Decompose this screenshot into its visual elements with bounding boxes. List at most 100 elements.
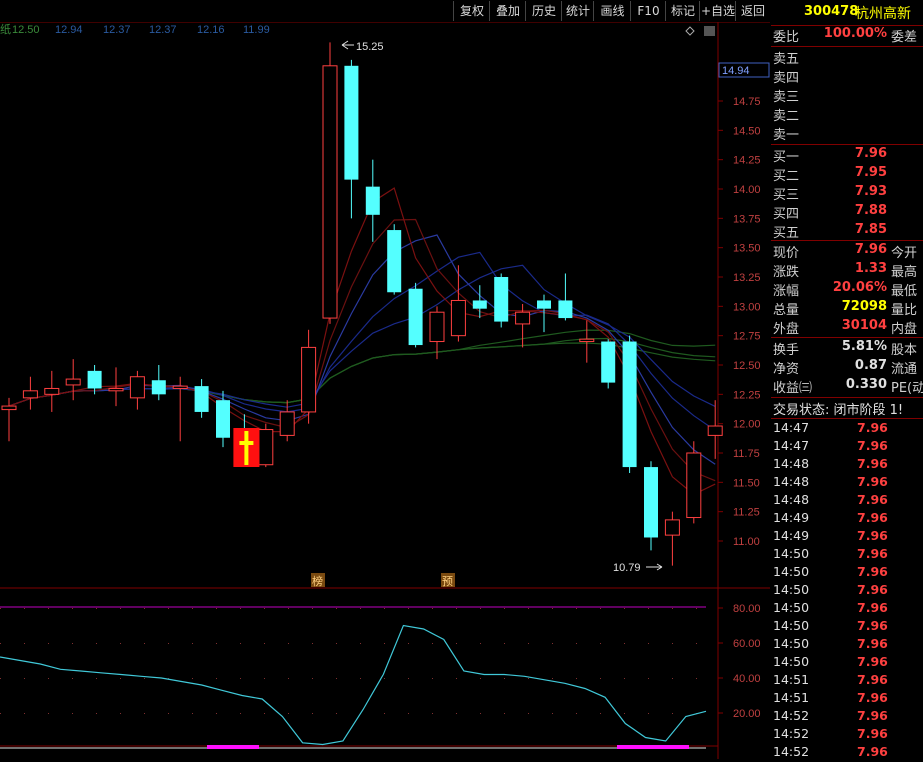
toolbar-button-7[interactable]: +自选	[699, 1, 736, 21]
indicator-grid-dot	[264, 643, 265, 644]
candle-body[interactable]	[258, 429, 274, 466]
sell-row-label: 卖五	[773, 52, 800, 67]
price-tick-label: 12.00	[733, 419, 761, 431]
candle-body[interactable]	[450, 299, 466, 337]
candle-body[interactable]	[429, 311, 445, 343]
candle-body[interactable]	[408, 288, 423, 346]
indicator-grid-dot	[456, 713, 457, 714]
candle-body[interactable]	[322, 65, 338, 319]
candle-body[interactable]	[365, 186, 380, 215]
indicator-grid-dot	[168, 608, 169, 609]
indicator-grid-dot	[504, 608, 505, 609]
toolbar-button-8[interactable]: 返回	[735, 1, 770, 21]
indicator-grid-dot	[672, 678, 673, 679]
toolbar-button-5[interactable]: F10	[630, 1, 666, 21]
indicator-grid-dot	[288, 678, 289, 679]
candle-body[interactable]	[87, 370, 102, 389]
candle-body[interactable]	[664, 519, 680, 536]
candle-body[interactable]	[537, 300, 551, 309]
candle-body[interactable]	[301, 346, 317, 413]
candle-body[interactable]	[644, 467, 658, 538]
candle-body[interactable]	[172, 385, 188, 389]
candle-body[interactable]	[108, 387, 124, 392]
stock-name[interactable]: 杭州高新	[855, 3, 911, 23]
tick-row[interactable]: 14:52 7.96	[771, 726, 923, 744]
tick-price: 7.96	[857, 510, 888, 525]
tick-row[interactable]: 14:48 7.96	[771, 492, 923, 510]
tick-row[interactable]: 14:50 7.96	[771, 618, 923, 636]
tick-row[interactable]: 14:49 7.96	[771, 510, 923, 528]
candle-body[interactable]	[344, 65, 359, 180]
candle-body[interactable]	[216, 400, 230, 438]
indicator-grid-dot	[336, 643, 337, 644]
candle-body[interactable]	[129, 376, 145, 399]
tick-price: 7.96	[857, 618, 888, 633]
candle-body[interactable]	[515, 311, 531, 325]
tick-row[interactable]: 14:50 7.96	[771, 546, 923, 564]
tick-row[interactable]: 14:51 7.96	[771, 690, 923, 708]
indicator-grid-dot	[24, 608, 25, 609]
tick-row[interactable]: 14:48 7.96	[771, 474, 923, 492]
tick-row[interactable]: 14:50 7.96	[771, 636, 923, 654]
toolbar-button-0[interactable]: 复权	[453, 1, 490, 21]
tick-time: 14:48	[773, 474, 810, 489]
candle-body[interactable]	[44, 387, 60, 395]
indicator-tick-label: 40.00	[733, 673, 761, 685]
toolbar-button-2[interactable]: 历史	[525, 1, 562, 21]
stock-code[interactable]: 300478	[804, 4, 858, 19]
candle-body[interactable]	[707, 425, 723, 436]
tick-row[interactable]: 14:49 7.96	[771, 528, 923, 546]
indicator-grid-dot	[480, 678, 481, 679]
toolbar-button-3[interactable]: 统计	[561, 1, 594, 21]
stat-row-label: 现价	[773, 246, 800, 261]
candle-body[interactable]	[622, 341, 637, 468]
tick-time: 14:50	[773, 546, 810, 561]
tick-row[interactable]: 14:47 7.96	[771, 438, 923, 456]
tick-row[interactable]: 14:51 7.96	[771, 672, 923, 690]
toolbar-button-6[interactable]: 标记	[665, 1, 700, 21]
candle-body[interactable]	[151, 380, 166, 395]
buy-row: 买三 7.93	[771, 184, 923, 203]
tick-row[interactable]: 14:50 7.96	[771, 654, 923, 672]
indicator-signal-2	[617, 745, 689, 749]
candle-body[interactable]	[579, 338, 595, 343]
tick-row[interactable]: 14:50 7.96	[771, 582, 923, 600]
toolbar-button-1[interactable]: 叠加	[489, 1, 526, 21]
indicator-grid-dot	[24, 713, 25, 714]
candle-body[interactable]	[686, 452, 702, 519]
diamond-icon[interactable]	[685, 26, 695, 36]
candle-body[interactable]	[279, 411, 295, 436]
indicator-grid-dot	[408, 643, 409, 644]
tick-row[interactable]: 14:47 7.96	[771, 420, 923, 438]
candle-body[interactable]	[472, 300, 487, 309]
candle-body[interactable]	[22, 390, 38, 399]
indicator-grid-dot	[624, 678, 625, 679]
chart-toolbar: 复权 叠加 历史 统计 画线 F10 标记 +自选 返回	[0, 0, 770, 22]
candle-body[interactable]	[387, 230, 402, 293]
toolbar-button-4[interactable]: 画线	[593, 1, 631, 21]
tick-row[interactable]: 14:52 7.96	[771, 708, 923, 726]
tick-row[interactable]: 14:50 7.96	[771, 564, 923, 582]
candle-body[interactable]	[1, 405, 17, 411]
candle-body[interactable]	[601, 341, 616, 383]
stat-row-value: 72098	[841, 299, 887, 314]
indicator-grid-dot	[264, 713, 265, 714]
weibi-row: 委比 100.00% 委差	[771, 26, 923, 45]
panel-separator	[771, 46, 923, 47]
candle-body[interactable]	[65, 378, 81, 386]
tick-row[interactable]: 14:50 7.96	[771, 600, 923, 618]
kline-chart[interactable]: 纸 12.50 12.94 12.37 12.37 12.16 11.9914.7514.5…	[0, 0, 770, 759]
high-arrow	[341, 40, 354, 50]
price-tick-label: 14.00	[733, 184, 761, 196]
candle-body[interactable]	[194, 386, 209, 412]
indicator-grid-dot	[144, 643, 145, 644]
candle-body[interactable]	[494, 277, 509, 322]
indicator-grid-dot	[408, 678, 409, 679]
candle-body[interactable]	[558, 300, 573, 319]
tick-row[interactable]: 14:48 7.96	[771, 456, 923, 474]
tick-time: 14:50	[773, 582, 810, 597]
tick-price: 7.96	[857, 726, 888, 741]
dropdown-icon[interactable]	[704, 26, 715, 36]
indicator-grid-dot	[216, 643, 217, 644]
tick-row[interactable]: 14:52 7.96	[771, 744, 923, 762]
